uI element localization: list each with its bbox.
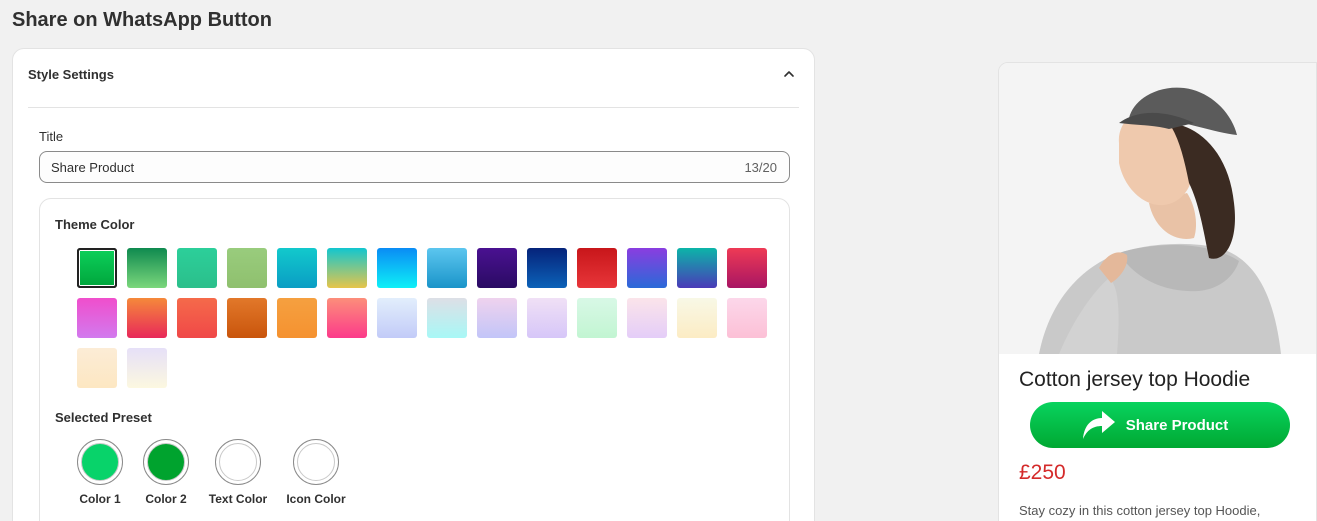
theme-swatch[interactable] xyxy=(427,298,467,338)
preset-color-dot xyxy=(147,443,185,481)
title-label: Title xyxy=(39,129,64,144)
preset-color-ring[interactable] xyxy=(77,439,123,485)
theme-swatch[interactable] xyxy=(77,248,117,288)
theme-swatch[interactable] xyxy=(527,248,567,288)
theme-color-panel: Theme Color Selected Preset Color 1 Colo… xyxy=(39,198,790,521)
preset-color-ring[interactable] xyxy=(293,439,339,485)
theme-swatch[interactable] xyxy=(577,248,617,288)
preset-color-label: Icon Color xyxy=(286,492,346,506)
theme-swatch[interactable] xyxy=(677,248,717,288)
preset-icon-color[interactable]: Icon Color xyxy=(286,439,346,506)
theme-swatch[interactable] xyxy=(377,248,417,288)
theme-swatch[interactable] xyxy=(127,348,167,388)
style-settings-card: Style Settings Title 13/20 Theme Color S… xyxy=(12,48,815,521)
preset-colors: Color 1 Color 2 Text Color Icon Color xyxy=(77,439,346,506)
theme-swatch[interactable] xyxy=(227,248,267,288)
theme-swatch[interactable] xyxy=(577,298,617,338)
theme-swatch[interactable] xyxy=(727,298,767,338)
theme-swatch[interactable] xyxy=(727,248,767,288)
theme-swatch[interactable] xyxy=(277,248,317,288)
preset-text-color[interactable]: Text Color xyxy=(209,439,267,506)
preset-color-label: Color 2 xyxy=(145,492,187,506)
theme-swatch[interactable] xyxy=(127,298,167,338)
theme-swatch[interactable] xyxy=(377,298,417,338)
preset-color-2[interactable]: Color 2 xyxy=(143,439,189,506)
theme-swatch-grid xyxy=(77,248,777,388)
theme-swatch[interactable] xyxy=(77,298,117,338)
theme-swatch[interactable] xyxy=(327,298,367,338)
preset-color-label: Color 1 xyxy=(79,492,121,506)
theme-swatch[interactable] xyxy=(527,298,567,338)
theme-swatch[interactable] xyxy=(127,248,167,288)
preset-color-dot xyxy=(219,443,257,481)
product-description: Stay cozy in this cotton jersey top Hood… xyxy=(1019,503,1261,518)
theme-swatch[interactable] xyxy=(327,248,367,288)
product-preview-card: Cotton jersey top Hoodie Share Product £… xyxy=(998,62,1317,521)
page-title: Share on WhatsApp Button xyxy=(12,9,272,31)
share-product-button[interactable]: Share Product xyxy=(1030,402,1290,448)
style-settings-heading: Style Settings xyxy=(28,67,114,82)
theme-swatch[interactable] xyxy=(177,248,217,288)
theme-swatch[interactable] xyxy=(277,298,317,338)
product-price: £250 xyxy=(1019,461,1066,484)
theme-swatch[interactable] xyxy=(77,348,117,388)
title-field[interactable]: 13/20 xyxy=(39,151,790,183)
preset-color-dot xyxy=(81,443,119,481)
theme-swatch[interactable] xyxy=(227,298,267,338)
theme-swatch[interactable] xyxy=(477,248,517,288)
preset-color-ring[interactable] xyxy=(143,439,189,485)
preset-color-dot xyxy=(297,443,335,481)
share-arrow-icon xyxy=(1082,411,1115,439)
selected-preset-label: Selected Preset xyxy=(55,410,152,425)
preset-color-ring[interactable] xyxy=(215,439,261,485)
chevron-up-icon[interactable] xyxy=(782,67,796,81)
share-button-label: Share Product xyxy=(1125,416,1229,434)
product-name: Cotton jersey top Hoodie xyxy=(1019,368,1251,391)
preset-color-label: Text Color xyxy=(208,492,268,506)
theme-swatch[interactable] xyxy=(177,298,217,338)
theme-swatch[interactable] xyxy=(677,298,717,338)
theme-swatch[interactable] xyxy=(627,298,667,338)
divider xyxy=(28,107,799,108)
theme-color-label: Theme Color xyxy=(55,217,135,232)
theme-swatch[interactable] xyxy=(427,248,467,288)
theme-swatch[interactable] xyxy=(477,298,517,338)
theme-swatch[interactable] xyxy=(627,248,667,288)
product-image xyxy=(999,63,1316,354)
character-count: 13/20 xyxy=(744,160,777,175)
title-input[interactable] xyxy=(51,152,691,182)
preset-color-1[interactable]: Color 1 xyxy=(77,439,123,506)
